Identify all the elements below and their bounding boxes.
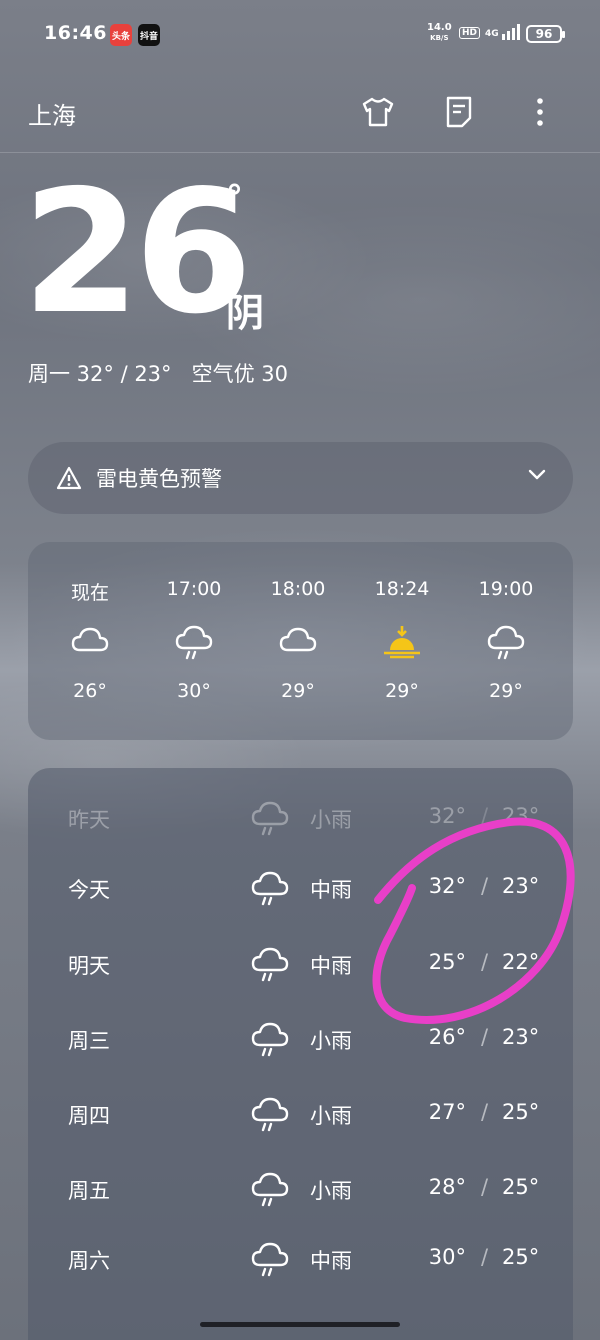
- daily-day: 周五: [68, 1179, 110, 1203]
- hourly-time: 18:00: [270, 578, 326, 600]
- hourly-item: 19:00 29°: [454, 542, 558, 740]
- rain-cloud-icon: [250, 946, 290, 982]
- rain-cloud-icon: [250, 1171, 290, 1207]
- daily-high-temp: 25°: [428, 950, 466, 974]
- cloud-icon: [70, 624, 110, 660]
- daily-row[interactable]: 昨天 小雨 32° / 23°: [28, 788, 573, 848]
- daily-row[interactable]: 今天 中雨 32° / 23°: [28, 858, 573, 918]
- rain-cloud-icon: [250, 800, 290, 836]
- daily-condition: 中雨: [310, 878, 352, 902]
- hourly-item: 现在 26°: [38, 542, 142, 740]
- daily-low-temp: 23°: [502, 1025, 540, 1049]
- daily-low-temp: 25°: [502, 1100, 540, 1124]
- header-divider: [0, 152, 600, 153]
- temp-separator: /: [481, 1100, 489, 1124]
- net-speed: 14.0 KB/S: [427, 22, 452, 44]
- hourly-temp: 29°: [281, 680, 315, 702]
- city-name[interactable]: 上海: [28, 96, 76, 131]
- rain-cloud-icon: [486, 624, 526, 660]
- temp-separator: /: [481, 1175, 489, 1199]
- hourly-time: 19:00: [478, 578, 534, 600]
- daily-row[interactable]: 周六 中雨 30° / 25°: [28, 1229, 573, 1289]
- status-bar: 16:46 头条 抖音 14.0 KB/S HD 4G 96: [0, 0, 600, 70]
- current-temperature: 26: [22, 154, 253, 352]
- daily-day: 周三: [68, 1029, 110, 1053]
- daily-row[interactable]: 明天 中雨 25° / 22°: [28, 934, 573, 994]
- temp-separator: /: [481, 950, 489, 974]
- today-summary[interactable]: 周一 32° / 23° 空气优 30: [28, 358, 288, 388]
- hourly-item: 18:24 29°: [350, 542, 454, 740]
- temp-separator: /: [481, 804, 489, 828]
- daily-row[interactable]: 周三 小雨 26° / 23°: [28, 1009, 573, 1069]
- daily-day: 今天: [68, 878, 110, 902]
- daily-condition: 中雨: [310, 954, 352, 978]
- daily-condition: 小雨: [310, 808, 352, 832]
- daily-high-temp: 32°: [428, 804, 466, 828]
- daily-low-temp: 23°: [502, 874, 540, 898]
- hourly-time: 18:24: [374, 578, 430, 600]
- daily-low-temp: 25°: [502, 1175, 540, 1199]
- daily-row[interactable]: 周五 小雨 28° / 25°: [28, 1159, 573, 1219]
- rain-cloud-icon: [174, 624, 214, 660]
- hourly-temp: 29°: [385, 680, 419, 702]
- note-icon[interactable]: [439, 92, 479, 132]
- hourly-time: 17:00: [166, 578, 222, 600]
- daily-forecast-card[interactable]: 昨天 小雨 32°/23° 今天 中雨 32°/23° 明天 中雨 25°/22° 周三 小雨 26°…: [28, 768, 573, 1340]
- daily-high-temp: 27°: [428, 1100, 466, 1124]
- hd-icon: HD: [459, 27, 481, 39]
- more-icon[interactable]: [520, 92, 560, 132]
- daily-condition: 小雨: [310, 1104, 352, 1128]
- daily-low-temp: 23°: [502, 804, 540, 828]
- rain-cloud-icon: [250, 1096, 290, 1132]
- signal-icon: 4G: [485, 24, 520, 40]
- daily-low-temp: 25°: [502, 1245, 540, 1269]
- toutiao-app-icon: 头条: [110, 24, 132, 46]
- daily-high-temp: 26°: [428, 1025, 466, 1049]
- home-indicator[interactable]: [200, 1322, 400, 1327]
- battery-icon: 96: [526, 25, 565, 43]
- douyin-app-icon: 抖音: [138, 24, 160, 46]
- hourly-temp: 26°: [73, 680, 107, 702]
- hourly-item: 17:00 30°: [142, 542, 246, 740]
- cloud-icon: [278, 624, 318, 660]
- daily-high-temp: 28°: [428, 1175, 466, 1199]
- daily-day: 昨天: [68, 808, 110, 832]
- daily-high-temp: 32°: [428, 874, 466, 898]
- daily-day: 周四: [68, 1104, 110, 1128]
- chevron-down-icon[interactable]: [527, 468, 547, 482]
- status-time: 16:46: [44, 22, 107, 44]
- battery-level: 96: [535, 27, 553, 41]
- shirt-icon[interactable]: [358, 92, 398, 132]
- hourly-forecast-card[interactable]: 现在 26° 17:00 30° 18:00 29° 18:24 29° 19:00 29°: [28, 542, 573, 740]
- daily-condition: 小雨: [310, 1179, 352, 1203]
- sunset-icon: [382, 624, 422, 660]
- daily-day: 明天: [68, 954, 110, 978]
- daily-day: 周六: [68, 1249, 110, 1273]
- rain-cloud-icon: [250, 870, 290, 906]
- degree-symbol: °: [226, 178, 243, 218]
- signal-bars-icon: [501, 24, 520, 40]
- temp-separator: /: [481, 1245, 489, 1269]
- weather-alert-banner[interactable]: 雷电黄色预警: [28, 442, 573, 514]
- network-type: 4G: [485, 29, 499, 39]
- hourly-temp: 30°: [177, 680, 211, 702]
- daily-high-temp: 30°: [428, 1245, 466, 1269]
- temp-separator: /: [481, 874, 489, 898]
- daily-row[interactable]: 周四 小雨 27° / 25°: [28, 1084, 573, 1144]
- warning-icon: [56, 466, 82, 490]
- daily-condition: 中雨: [310, 1249, 352, 1273]
- net-speed-value: 14.0: [427, 22, 452, 33]
- net-speed-unit: KB/S: [430, 34, 449, 42]
- hourly-item: 18:00 29°: [246, 542, 350, 740]
- hourly-time: 现在: [70, 582, 109, 604]
- daily-condition: 小雨: [310, 1029, 352, 1053]
- current-condition: 阴: [226, 291, 265, 335]
- temp-separator: /: [481, 1025, 489, 1049]
- hourly-temp: 29°: [489, 680, 523, 702]
- alert-text: 雷电黄色预警: [96, 467, 222, 491]
- daily-low-temp: 22°: [502, 950, 540, 974]
- rain-cloud-icon: [250, 1241, 290, 1277]
- rain-cloud-icon: [250, 1021, 290, 1057]
